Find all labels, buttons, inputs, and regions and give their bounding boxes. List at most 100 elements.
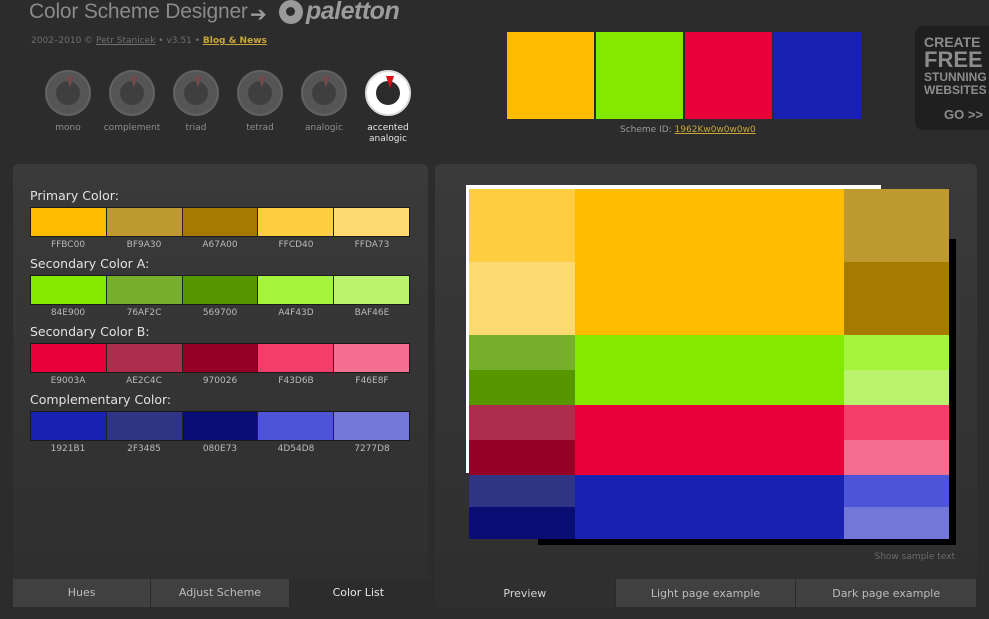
hex-code: E9003A bbox=[50, 376, 86, 386]
scheme-mode-label: analogic bbox=[305, 123, 343, 133]
color-swatch[interactable] bbox=[334, 276, 409, 304]
tab-color-list[interactable]: Color List bbox=[289, 579, 428, 607]
color-wheel-icon bbox=[237, 70, 283, 116]
color-wheel-icon bbox=[173, 70, 219, 116]
hex-code: 970026 bbox=[202, 376, 238, 386]
scheme-mode-label: accented analogic bbox=[367, 123, 409, 144]
preview-color-block bbox=[844, 440, 949, 475]
scheme-mode-tetrad[interactable]: tetrad bbox=[228, 70, 292, 145]
color-group-title: Primary Color: bbox=[30, 188, 119, 203]
scheme-mode-complement[interactable]: complement bbox=[100, 70, 164, 145]
preview-color-block bbox=[469, 405, 575, 440]
color-wheel-icon bbox=[45, 70, 91, 116]
preview-color-block bbox=[575, 475, 844, 539]
right-panel-tabs: Preview Light page example Dark page examp… bbox=[435, 579, 978, 607]
scheme-swatch[interactable] bbox=[507, 32, 594, 119]
hex-code: F46E8F bbox=[355, 376, 389, 386]
hex-code: 1921B1 bbox=[50, 444, 86, 454]
color-swatch[interactable] bbox=[106, 208, 183, 236]
preview-color-block bbox=[575, 189, 844, 335]
preview-tab-light-page-example[interactable]: Light page example bbox=[615, 579, 797, 607]
scheme-swatch[interactable] bbox=[596, 32, 683, 119]
color-wheel-icon bbox=[301, 70, 347, 116]
scheme-mode-accented-analogic[interactable]: accented analogic bbox=[356, 70, 420, 145]
preview-color-block bbox=[469, 335, 575, 370]
color-swatch[interactable] bbox=[106, 412, 183, 440]
preview-color-block bbox=[469, 370, 575, 405]
tab-hues[interactable]: Hues bbox=[13, 579, 152, 607]
color-swatch[interactable] bbox=[182, 276, 259, 304]
preview-color-block bbox=[844, 370, 949, 405]
color-swatch[interactable] bbox=[258, 412, 335, 440]
scheme-swatch[interactable] bbox=[685, 32, 772, 119]
color-swatch[interactable] bbox=[334, 344, 409, 372]
hex-row: E9003A AE2C4C 970026 F43D6B F46E8F bbox=[30, 373, 410, 386]
hex-code: BAF46E bbox=[354, 308, 390, 318]
scheme-swatches bbox=[507, 32, 863, 119]
show-sample-text-toggle[interactable]: Show sample text bbox=[875, 552, 956, 562]
hex-code: 569700 bbox=[202, 308, 238, 318]
color-list-panel: Primary Color: FFBC00 BF9A30 A67A00 FFCD40 FF… bbox=[13, 164, 428, 607]
preview-color-block bbox=[469, 475, 575, 507]
color-swatch[interactable] bbox=[258, 344, 335, 372]
scheme-mode-label: complement bbox=[103, 123, 161, 133]
hex-code: BF9A30 bbox=[126, 240, 162, 250]
version-text: • v3.51 • bbox=[155, 36, 203, 46]
hex-code: 84E900 bbox=[50, 308, 86, 318]
color-swatch[interactable] bbox=[31, 276, 107, 304]
color-group: Complementary Color: 1921B1 2F3485 080E73 4D… bbox=[30, 392, 410, 454]
color-group-title: Secondary Color A: bbox=[30, 256, 150, 271]
scheme-mode-analogic[interactable]: analogic bbox=[292, 70, 356, 145]
hex-code: A67A00 bbox=[202, 240, 238, 250]
hex-code: FFCD40 bbox=[278, 240, 314, 250]
color-swatch[interactable] bbox=[258, 208, 335, 236]
hex-code: 7277D8 bbox=[354, 444, 390, 454]
hex-code: AE2C4C bbox=[126, 376, 162, 386]
paletton-logo-icon[interactable] bbox=[279, 0, 303, 24]
scheme-id: Scheme ID: 1962Kw0w0w0w0 bbox=[620, 125, 756, 135]
color-swatch[interactable] bbox=[182, 344, 259, 372]
color-swatch[interactable] bbox=[31, 208, 107, 236]
credits-prefix: 2002–2010 © bbox=[31, 36, 97, 46]
hex-row: 84E900 76AF2C 569700 A4F43D BAF46E bbox=[30, 305, 410, 318]
swatch-row bbox=[30, 207, 410, 237]
scheme-id-link[interactable]: 1962Kw0w0w0w0 bbox=[675, 125, 756, 135]
color-swatch[interactable] bbox=[31, 344, 107, 372]
hex-row: 1921B1 2F3485 080E73 4D54D8 7277D8 bbox=[30, 441, 410, 454]
preview-color-block bbox=[844, 475, 949, 507]
hex-code: FFBC00 bbox=[50, 240, 86, 250]
preview-color-block bbox=[469, 440, 575, 475]
hex-code: 080E73 bbox=[202, 444, 238, 454]
color-swatch[interactable] bbox=[106, 276, 183, 304]
preview-color-block bbox=[469, 507, 575, 539]
preview-tab-preview[interactable]: Preview bbox=[435, 579, 616, 607]
color-swatch[interactable] bbox=[31, 412, 107, 440]
blog-news-link[interactable]: Blog & News bbox=[203, 36, 267, 46]
preview-tab-dark-page-example[interactable]: Dark page example bbox=[796, 579, 978, 607]
hex-code: 2F3485 bbox=[127, 444, 161, 454]
ad-go-button[interactable]: GO >> bbox=[924, 107, 989, 122]
color-swatch[interactable] bbox=[258, 276, 335, 304]
scheme-mode-selector: mono complement triad tetrad analogic accente… bbox=[36, 70, 420, 145]
color-swatch[interactable] bbox=[182, 412, 259, 440]
color-group: Primary Color: FFBC00 BF9A30 A67A00 FFCD40 FF… bbox=[30, 188, 410, 250]
swatch-row bbox=[30, 343, 410, 373]
preview-color-block bbox=[844, 335, 949, 370]
tab-adjust-scheme[interactable]: Adjust Scheme bbox=[151, 579, 290, 607]
author-link[interactable]: Petr Stanicek bbox=[96, 36, 155, 46]
scheme-mode-triad[interactable]: triad bbox=[164, 70, 228, 145]
scheme-id-label: Scheme ID: bbox=[620, 125, 675, 135]
scheme-mode-mono[interactable]: mono bbox=[36, 70, 100, 145]
website-builder-ad[interactable]: CREATE FREE STUNNING WEBSITES GO >> bbox=[915, 26, 989, 130]
color-swatch[interactable] bbox=[182, 208, 259, 236]
app-title: Color Scheme Designer bbox=[29, 0, 248, 23]
color-group-title: Secondary Color B: bbox=[30, 324, 150, 339]
swatch-row bbox=[30, 411, 410, 441]
color-wheel-icon bbox=[365, 70, 411, 116]
color-swatch[interactable] bbox=[334, 412, 409, 440]
color-swatch[interactable] bbox=[106, 344, 183, 372]
paletton-logo-text[interactable]: paletton bbox=[306, 0, 400, 26]
scheme-swatch[interactable] bbox=[774, 32, 861, 119]
ad-line-4: WEBSITES bbox=[924, 83, 987, 97]
color-swatch[interactable] bbox=[334, 208, 409, 236]
